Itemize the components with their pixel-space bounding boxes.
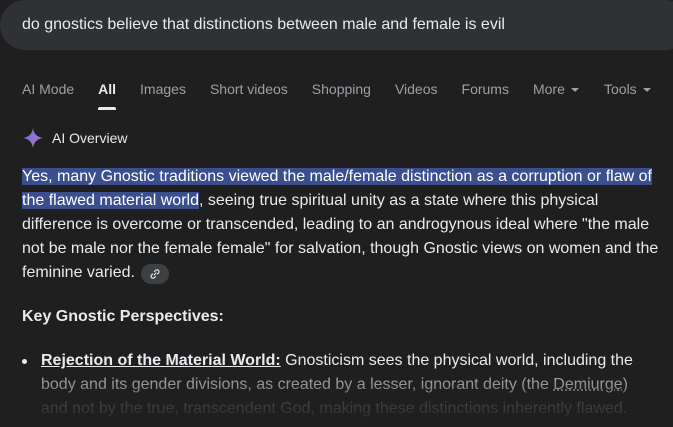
bullet-title-link[interactable]: Rejection of the Material World: xyxy=(41,352,281,369)
tab-videos[interactable]: Videos xyxy=(395,78,438,110)
ai-overview-answer: Yes, many Gnostic traditions viewed the … xyxy=(22,165,662,285)
link-icon xyxy=(150,269,160,279)
search-query: do gnostics believe that distinctions be… xyxy=(22,16,505,33)
tab-images[interactable]: Images xyxy=(140,78,186,110)
tab-more[interactable]: More xyxy=(533,78,579,110)
bullet-text-line2: body and its gender divisions, as create… xyxy=(41,376,554,393)
bullet-text-line3: and not by the true, transcendent God, m… xyxy=(41,400,628,417)
bullet-icon xyxy=(22,359,27,364)
tab-forums[interactable]: Forums xyxy=(462,78,509,110)
demiurge-term[interactable]: Demiurge xyxy=(553,376,622,393)
bullet-text-line1: Gnosticism sees the physical world, incl… xyxy=(280,352,633,369)
search-input[interactable]: do gnostics believe that distinctions be… xyxy=(0,0,673,50)
perspectives-list: Rejection of the Material World: Gnostic… xyxy=(22,349,662,421)
key-perspectives-heading: Key Gnostic Perspectives: xyxy=(22,308,224,325)
sparkle-icon xyxy=(22,127,44,149)
tab-short-videos[interactable]: Short videos xyxy=(210,78,288,110)
ai-overview-title: AI Overview xyxy=(52,130,128,146)
tab-ai-mode[interactable]: AI Mode xyxy=(22,78,74,110)
search-tabs: AI Mode All Images Short videos Shopping… xyxy=(22,78,603,110)
bullet-text-line2-end: ) xyxy=(622,376,628,393)
tab-all[interactable]: All xyxy=(98,78,116,110)
list-item: Rejection of the Material World: Gnostic… xyxy=(22,349,662,421)
more-caret-icon xyxy=(570,88,579,92)
source-link-button[interactable] xyxy=(141,264,170,284)
tools-button[interactable]: Tools xyxy=(604,78,651,110)
tab-shopping[interactable]: Shopping xyxy=(312,78,371,110)
ai-overview-header: AI Overview xyxy=(22,126,127,150)
tools-caret-icon xyxy=(642,88,651,92)
